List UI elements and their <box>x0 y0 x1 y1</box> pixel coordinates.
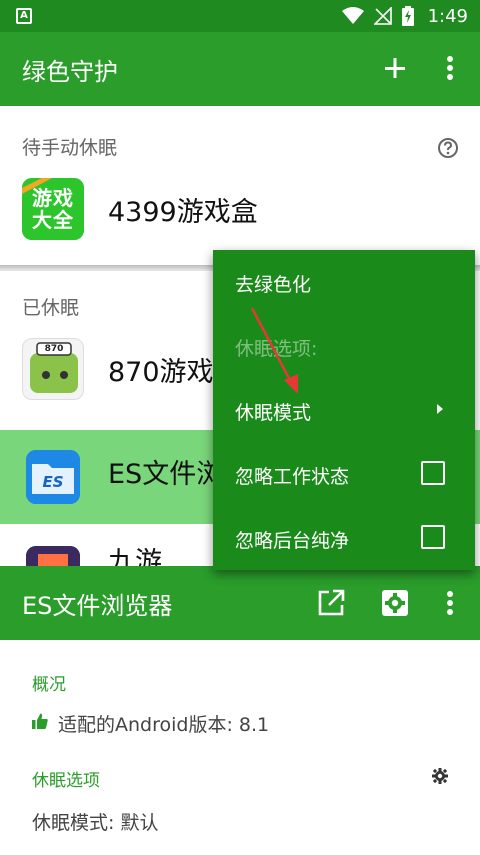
help-icon[interactable] <box>437 137 459 159</box>
hibernation-mode-text: 休眠模式: 默认 <box>32 812 159 834</box>
clock: 1:49 <box>427 5 468 27</box>
notification-a-icon: A <box>16 8 32 24</box>
app-icon-label: 游戏大全 <box>32 186 74 232</box>
menu-item-label: 休眠选项: <box>235 338 318 360</box>
menu-item-ungreen[interactable]: 去绿色化 <box>213 250 475 314</box>
settings-icon[interactable] <box>380 588 410 618</box>
detail-title: ES文件浏览器 <box>22 592 173 620</box>
app-icon-870: 870 <box>22 338 84 400</box>
app-icon-label: 870 <box>44 344 64 354</box>
app-icon-es: ES <box>26 450 80 504</box>
game-icon <box>26 546 80 566</box>
menu-item-label: 忽略后台纯净 <box>235 530 350 552</box>
battery-charging-icon <box>401 6 414 26</box>
thumbs-up-icon <box>32 713 48 729</box>
section-hibernated-label: 已休眠 <box>22 297 80 319</box>
android-version-text: 适配的Android版本: 8.1 <box>58 714 270 736</box>
app-title: 绿色守护 <box>22 58 118 86</box>
menu-item-label: 忽略工作状态 <box>235 466 350 488</box>
open-external-icon[interactable] <box>316 588 346 618</box>
section-pending-label: 待手动休眠 <box>22 137 118 159</box>
hibernation-options-label: 休眠选项 <box>32 771 100 791</box>
ignore-background-pure-checkbox[interactable] <box>421 525 445 549</box>
detail-body: 概况 适配的Android版本: 8.1 休眠选项 休眠模式: 默认 <box>0 640 480 855</box>
app-icon-4399: 游戏大全 <box>22 178 84 240</box>
status-bar: A 1:49 <box>0 0 480 32</box>
submenu-arrow-icon <box>437 404 443 414</box>
app-name: 870游戏 <box>108 357 214 388</box>
add-icon[interactable] <box>380 50 410 86</box>
app-icon-label: ES <box>42 473 64 491</box>
app-name: ES文件浏 <box>108 459 224 490</box>
status-icons: 1:49 <box>341 0 468 32</box>
list-item[interactable]: 游戏大全 4399游戏盒 <box>0 162 480 256</box>
ignore-work-state-checkbox[interactable] <box>421 461 445 485</box>
menu-item-label: 去绿色化 <box>235 274 312 296</box>
no-signal-icon <box>373 7 392 25</box>
overflow-menu: 去绿色化 休眠选项: 休眠模式 忽略工作状态 忽略后台纯净 <box>213 250 475 570</box>
app-bar: 绿色守护 <box>0 32 480 106</box>
menu-item-ignore-background-pure[interactable]: 忽略后台纯净 <box>213 506 475 570</box>
wifi-icon <box>341 7 364 24</box>
menu-item-hibernation-options-header: 休眠选项: <box>213 314 475 378</box>
more-options-icon[interactable] <box>440 50 460 86</box>
app-icon-jiuyou <box>26 546 80 566</box>
menu-item-hibernation-mode[interactable]: 休眠模式 <box>213 378 475 442</box>
app-name: 九游 <box>108 547 162 566</box>
menu-item-label: 休眠模式 <box>235 402 312 424</box>
overview-label: 概况 <box>32 675 66 695</box>
gear-icon[interactable] <box>432 768 448 784</box>
app-name: 4399游戏盒 <box>108 197 258 228</box>
detail-header: ES文件浏览器 <box>0 566 480 640</box>
detail-more-icon[interactable] <box>436 588 464 618</box>
menu-item-ignore-work-state[interactable]: 忽略工作状态 <box>213 442 475 506</box>
